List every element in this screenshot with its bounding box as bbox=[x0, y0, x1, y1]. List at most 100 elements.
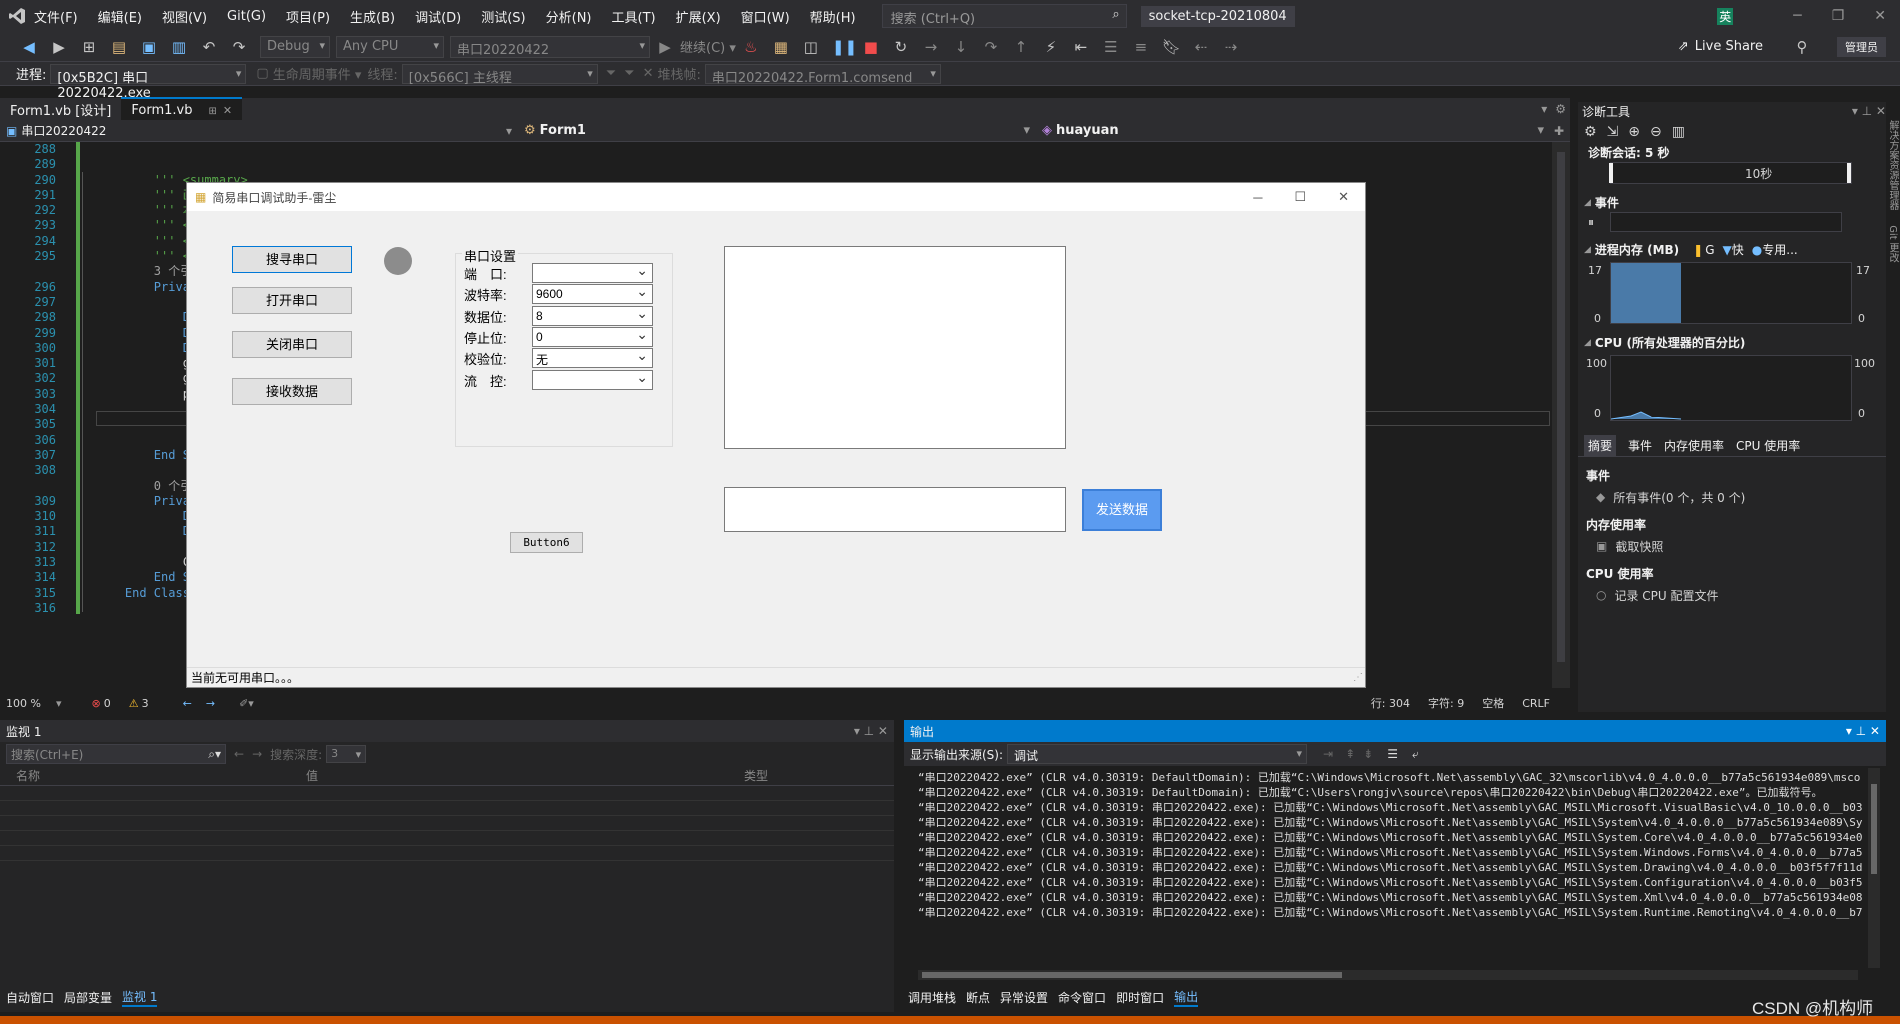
solution-explorer-tab[interactable]: 解决方案资源管理器 bbox=[1887, 120, 1898, 210]
minimize-icon[interactable]: ─ bbox=[1253, 190, 1262, 205]
scrollbar-thumb[interactable] bbox=[1871, 784, 1877, 874]
redo-icon[interactable]: ↷ bbox=[230, 38, 248, 56]
bookmark-next-icon[interactable]: ⇢ bbox=[1222, 38, 1240, 56]
reset-zoom-icon[interactable]: ▥ bbox=[1672, 124, 1685, 140]
lifecycle-events[interactable]: 生命周期事件 ▾ bbox=[273, 64, 362, 83]
settings-icon[interactable]: ⚙ bbox=[1555, 102, 1566, 116]
output-bottom-tab[interactable]: 命令窗口 bbox=[1058, 989, 1106, 1006]
scrollbar-thumb[interactable] bbox=[922, 972, 1342, 978]
find-message-icon[interactable]: ⇥ bbox=[1323, 747, 1333, 761]
folder-icon[interactable]: ▦ bbox=[772, 38, 790, 56]
save-all-icon[interactable]: ▥ bbox=[170, 38, 188, 56]
timeline-start-handle[interactable] bbox=[1609, 163, 1613, 183]
tab-overflow-icon[interactable]: ▾ bbox=[1541, 102, 1547, 116]
format-icon[interactable]: ☰ bbox=[1102, 38, 1120, 56]
open-icon[interactable]: ▤ bbox=[110, 38, 128, 56]
config-select[interactable]: Debug bbox=[260, 35, 330, 58]
search-port-button[interactable]: 搜寻串口 bbox=[232, 246, 352, 273]
new-project-icon[interactable]: ⊞ bbox=[80, 38, 98, 56]
output-bottom-tab[interactable]: 断点 bbox=[966, 989, 990, 1006]
filter-icon[interactable]: ⏷ bbox=[606, 66, 616, 81]
close-icon[interactable]: ✕ bbox=[1874, 8, 1886, 24]
menu-item[interactable]: 扩展(X) bbox=[676, 7, 721, 26]
word-wrap-icon[interactable]: ⤶ bbox=[1412, 747, 1419, 762]
stackframe-select[interactable]: 串口20220422.Form1.comsend bbox=[704, 63, 941, 86]
column-type[interactable]: 类型 bbox=[740, 767, 768, 784]
live-share-button[interactable]: ⇗ Live Share bbox=[1678, 39, 1763, 54]
scrollbar-thumb[interactable] bbox=[1557, 152, 1565, 662]
menu-item[interactable]: 调试(D) bbox=[415, 7, 461, 26]
send-textbox[interactable] bbox=[724, 487, 1066, 532]
back-icon[interactable]: ◀ bbox=[20, 38, 38, 56]
menu-item[interactable]: 测试(S) bbox=[481, 7, 525, 26]
minimize-icon[interactable]: ─ bbox=[1793, 8, 1801, 24]
menu-item[interactable]: Git(G) bbox=[227, 9, 266, 24]
open-port-button[interactable]: 打开串口 bbox=[232, 287, 352, 314]
doc-tab[interactable]: Form1.vb [设计] bbox=[0, 96, 121, 123]
play-icon[interactable]: ▶ bbox=[656, 38, 674, 56]
output-hscrollbar[interactable] bbox=[918, 970, 1858, 980]
output-bottom-tab[interactable]: 即时窗口 bbox=[1116, 989, 1164, 1006]
platform-select[interactable]: Any CPU bbox=[336, 35, 444, 58]
step-into-icon[interactable]: ↓ bbox=[952, 38, 970, 56]
output-bottom-tab[interactable]: 调用堆栈 bbox=[908, 989, 956, 1006]
collapse-icon[interactable]: ◢ bbox=[1584, 338, 1591, 348]
split-icon[interactable]: ✚ bbox=[1554, 124, 1564, 138]
startup-project-select[interactable]: 串口20220422 bbox=[450, 35, 650, 58]
pin-icon[interactable]: ▾ ⊥ ✕ bbox=[1852, 104, 1886, 118]
nav-back-icon[interactable]: ← bbox=[183, 697, 192, 710]
zoom-out-icon[interactable]: ⊖ bbox=[1650, 124, 1662, 140]
step-next-icon[interactable]: → bbox=[922, 38, 940, 56]
step-out-icon[interactable]: ↑ bbox=[1012, 38, 1030, 56]
pause-events-icon[interactable]: ⏸ bbox=[1588, 215, 1610, 230]
bookmark-icon[interactable]: 🔖︎ bbox=[1162, 38, 1181, 56]
cleanup-icon[interactable]: ✐▾ bbox=[239, 697, 254, 710]
close-port-button[interactable]: 关闭串口 bbox=[232, 331, 352, 358]
forward-icon[interactable]: ▶ bbox=[50, 38, 68, 56]
comment-icon[interactable]: ≡ bbox=[1132, 38, 1150, 56]
send-data-button[interactable]: 发送数据 bbox=[1082, 489, 1162, 531]
menu-item[interactable]: 生成(B) bbox=[350, 7, 395, 26]
field-select[interactable]: 9600 bbox=[532, 283, 653, 305]
next-message-icon[interactable]: ⇟ bbox=[1363, 747, 1373, 761]
nav-forward-icon[interactable]: → bbox=[206, 697, 215, 710]
output-text[interactable]: “串口20220422.exe” (CLR v4.0.30319: Defaul… bbox=[904, 766, 1862, 966]
zoom-in-icon[interactable]: ⊕ bbox=[1628, 124, 1640, 140]
close-tab-icon[interactable]: ✕ bbox=[223, 104, 232, 117]
menu-item[interactable]: 视图(V) bbox=[162, 7, 207, 26]
restore-icon[interactable]: ❐ bbox=[1832, 8, 1845, 24]
diag-section-item[interactable]: ▣ 截取快照 bbox=[1578, 537, 1886, 555]
save-icon[interactable]: ▣ bbox=[140, 38, 158, 56]
clear-all-icon[interactable]: ☰ bbox=[1387, 747, 1398, 761]
field-select[interactable] bbox=[532, 262, 653, 283]
close-icon[interactable]: ✕ bbox=[1338, 189, 1349, 205]
resize-grip-icon[interactable]: ⋰ bbox=[1353, 672, 1363, 683]
menu-item[interactable]: 编辑(E) bbox=[98, 7, 142, 26]
ime-indicator[interactable]: 英 bbox=[1717, 7, 1734, 25]
vertical-scrollbar[interactable] bbox=[1552, 142, 1570, 688]
watch-bottom-tab[interactable]: 自动窗口 bbox=[6, 989, 54, 1006]
diag-section-item[interactable]: ○ 记录 CPU 配置文件 bbox=[1578, 586, 1886, 604]
filter-clear-icon[interactable]: ⏷ bbox=[624, 66, 634, 81]
serial-assistant-window[interactable]: ▦ 简易串口调试助手-雷尘 ─ ☐ ✕ 搜寻串口 打开串口 关闭串口 接收数据 … bbox=[186, 182, 1366, 688]
receive-textbox[interactable] bbox=[724, 246, 1066, 449]
hex-icon[interactable]: ⚡ bbox=[1042, 38, 1060, 56]
warning-icon[interactable]: ⚠ bbox=[129, 697, 139, 710]
restart-icon[interactable]: ↻ bbox=[892, 38, 910, 56]
receive-data-button[interactable]: 接收数据 bbox=[232, 378, 352, 405]
output-source-select[interactable]: 调试 bbox=[1007, 744, 1308, 764]
settings-icon[interactable]: ⚙ bbox=[1584, 124, 1597, 140]
process-select[interactable]: [0x5B2C] 串口20220422.exe bbox=[50, 63, 247, 101]
watch-bottom-tab[interactable]: 局部变量 bbox=[64, 989, 112, 1006]
column-name[interactable]: 名称 bbox=[0, 767, 302, 784]
output-vscrollbar[interactable] bbox=[1868, 768, 1880, 968]
pause-icon[interactable]: ❚❚ bbox=[832, 38, 857, 56]
doc-tab[interactable]: Form1.vb ⊞ ✕ bbox=[121, 96, 243, 122]
thread-select[interactable]: [0x566C] 主线程 bbox=[401, 63, 598, 86]
git-changes-tab[interactable]: Git 更改 bbox=[1887, 225, 1898, 263]
collapse-icon[interactable]: ◢ bbox=[1584, 245, 1591, 255]
screenshot-icon[interactable]: ◫ bbox=[802, 38, 820, 56]
output-bottom-tab[interactable]: 异常设置 bbox=[1000, 989, 1048, 1006]
diag-tab[interactable]: 事件 bbox=[1628, 437, 1652, 454]
depth-select[interactable]: 3 bbox=[326, 745, 367, 763]
